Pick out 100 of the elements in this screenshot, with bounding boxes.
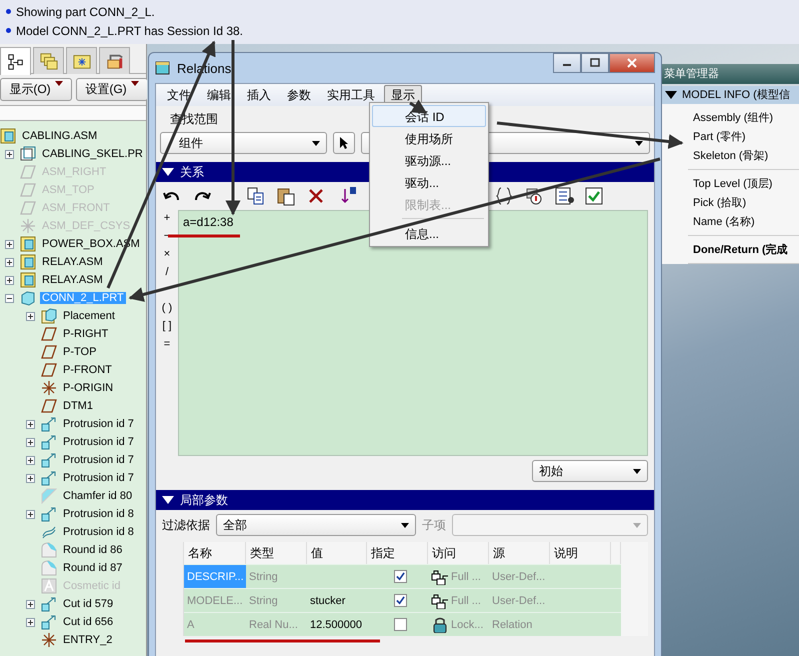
tree-item[interactable]: P-RIGHT: [61, 328, 110, 340]
tree-item[interactable]: Placement: [61, 310, 117, 322]
menu-option[interactable]: Done/Return (完成: [688, 240, 799, 259]
expand-toggle[interactable]: [26, 456, 35, 464]
table-cell: 12.500000: [307, 612, 367, 636]
table-cell: Real Nu...: [246, 612, 307, 636]
section-title: 关系: [180, 164, 204, 180]
menu-item[interactable]: 驱动源...: [372, 149, 486, 171]
tree-item[interactable]: Protrusion id 7: [61, 418, 136, 430]
window-icon: [155, 60, 171, 76]
menu-item[interactable]: 实用工具: [320, 84, 382, 106]
menu-item[interactable]: 使用场所: [372, 127, 486, 149]
unlocked-icon: [431, 592, 449, 608]
table-cell: User-Def...: [489, 564, 550, 588]
expand-toggle[interactable]: [26, 438, 35, 446]
operator-button[interactable]: =: [164, 338, 170, 356]
tree-item[interactable]: RELAY.ASM: [40, 274, 105, 286]
round-icon: [41, 560, 57, 576]
scope-dropdown[interactable]: 组件: [160, 132, 328, 154]
menu-item[interactable]: 插入: [240, 84, 278, 106]
tree-item[interactable]: Protrusion id 7: [61, 436, 136, 448]
dropdown-button[interactable]: 设置(G): [76, 78, 148, 101]
list-icon[interactable]: [554, 186, 574, 206]
menu-item[interactable]: 文件: [160, 84, 198, 106]
section-header[interactable]: 局部参数: [156, 490, 654, 510]
maximize-button[interactable]: [581, 53, 609, 73]
paste-icon[interactable]: [276, 186, 296, 206]
minimize-button[interactable]: [553, 53, 581, 73]
checkbox[interactable]: [394, 570, 407, 583]
bullet-icon: [6, 28, 11, 33]
panel-tab[interactable]: [0, 47, 31, 75]
operator-button[interactable]: [ ]: [162, 320, 172, 338]
expand-toggle[interactable]: [26, 312, 35, 320]
expand-toggle[interactable]: [26, 600, 35, 608]
expand-toggle[interactable]: [5, 258, 14, 266]
sweep-icon: [41, 524, 57, 540]
checkbox[interactable]: [394, 618, 407, 631]
checkbox[interactable]: [394, 594, 407, 607]
skeleton-icon: [20, 146, 36, 162]
tree-item[interactable]: Round id 87: [61, 562, 124, 574]
copy-icon[interactable]: [246, 186, 266, 206]
tree-item[interactable]: P-FRONT: [61, 364, 114, 376]
panel-title: 菜单管理器: [660, 64, 799, 84]
tree-item[interactable]: Protrusion id 7: [61, 454, 136, 466]
menu-option[interactable]: Assembly (组件): [688, 108, 799, 127]
table-cell: stucker: [307, 588, 367, 612]
tree-item[interactable]: RELAY.ASM: [40, 256, 105, 268]
tree-item[interactable]: P-ORIGIN: [61, 382, 116, 394]
table-cell: [611, 588, 621, 612]
tree-item[interactable]: CABLING.ASM: [20, 130, 100, 142]
expand-toggle[interactable]: [26, 420, 35, 428]
menu-item[interactable]: 信息...: [372, 222, 486, 244]
expand-triangle-icon[interactable]: [162, 496, 174, 504]
braces-icon[interactable]: [494, 186, 514, 206]
menu-item[interactable]: 参数: [280, 84, 318, 106]
dropdown-button[interactable]: 显示(O): [0, 78, 72, 101]
menu-option[interactable]: Pick (拾取): [688, 193, 799, 212]
tree-item[interactable]: P-TOP: [61, 346, 98, 358]
collapse-triangle-icon[interactable]: [665, 90, 677, 99]
tree-item[interactable]: Cut id 579: [61, 598, 116, 610]
operator-button[interactable]: ×: [164, 248, 170, 266]
tree-item[interactable]: Protrusion id 7: [61, 472, 136, 484]
menu-option[interactable]: Name (名称): [688, 212, 799, 231]
round-icon: [41, 542, 57, 558]
menu-item[interactable]: 驱动...: [372, 171, 486, 193]
select-button[interactable]: [333, 132, 356, 154]
tree-item[interactable]: ENTRY_2: [61, 634, 114, 646]
coordinate-system-icon: [41, 632, 57, 648]
operator-button[interactable]: /: [165, 266, 169, 284]
tree-item[interactable]: Cut id 656: [61, 616, 116, 628]
expand-toggle[interactable]: [5, 294, 14, 302]
tree-item[interactable]: Chamfer id 80: [61, 490, 134, 502]
mode-dropdown[interactable]: 初始: [532, 460, 648, 482]
tree-item[interactable]: Round id 86: [61, 544, 124, 556]
filter-dropdown[interactable]: 全部: [216, 514, 416, 536]
operator-button[interactable]: ( ): [162, 302, 172, 320]
caret-icon: [633, 522, 641, 528]
expand-toggle[interactable]: [5, 150, 14, 158]
chamfer-icon: [41, 488, 57, 504]
expand-toggle[interactable]: [26, 474, 35, 482]
operator-button[interactable]: +: [164, 212, 170, 230]
expand-toggle[interactable]: [26, 510, 35, 518]
menu-option[interactable]: Skeleton (骨架): [688, 146, 799, 165]
menu-option[interactable]: Part (零件): [688, 127, 799, 146]
timer-icon[interactable]: [524, 186, 544, 206]
tree-item[interactable]: Protrusion id 8: [61, 508, 136, 520]
unlocked-icon: [431, 568, 449, 584]
expand-toggle[interactable]: [26, 618, 35, 626]
access-text: Full ...: [451, 570, 481, 582]
menu-option[interactable]: Top Level (顶层): [688, 174, 799, 193]
expand-toggle[interactable]: [5, 276, 14, 284]
table-cell: Relation: [489, 612, 550, 636]
tree-item[interactable]: DTM1: [61, 400, 95, 412]
tree-item[interactable]: CABLING_SKEL.PR: [40, 148, 145, 160]
expand-toggle[interactable]: [5, 240, 14, 248]
tree-item[interactable]: Protrusion id 8: [61, 526, 136, 538]
verify-icon[interactable]: [584, 186, 604, 206]
close-button[interactable]: [609, 53, 655, 73]
expand-triangle-icon[interactable]: [162, 168, 174, 176]
menu-item[interactable]: 编辑: [200, 84, 238, 106]
